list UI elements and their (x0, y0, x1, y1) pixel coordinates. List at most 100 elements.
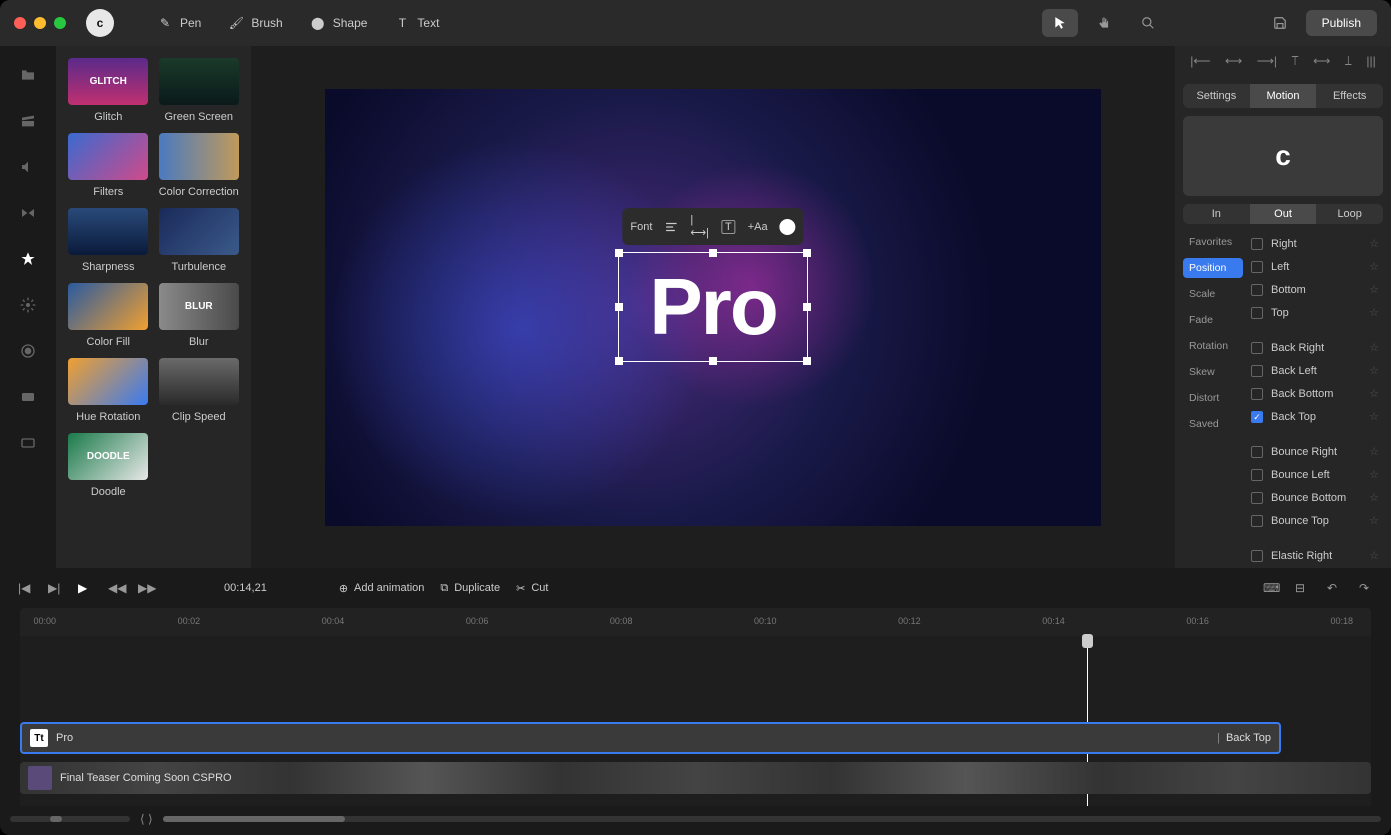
effect-blur[interactable]: BLURBlur (159, 283, 240, 348)
preset-bounce-top[interactable]: Bounce Top☆ (1247, 509, 1383, 532)
forward-button[interactable]: ▶▶ (138, 581, 152, 595)
favorite-star-icon[interactable]: ☆ (1369, 549, 1379, 562)
align-right-button[interactable]: ⟶| (1257, 54, 1277, 68)
resize-handle-b[interactable] (709, 357, 717, 365)
preset-checkbox[interactable] (1251, 342, 1263, 354)
favorite-star-icon[interactable]: ☆ (1369, 260, 1379, 273)
tab-motion[interactable]: Motion (1250, 84, 1317, 108)
preset-checkbox[interactable] (1251, 515, 1263, 527)
text-style-button[interactable]: T (721, 220, 736, 234)
undo-button[interactable]: ↶ (1327, 581, 1341, 595)
favorite-star-icon[interactable]: ☆ (1369, 306, 1379, 319)
favorite-star-icon[interactable]: ☆ (1369, 514, 1379, 527)
video-clip[interactable]: Final Teaser Coming Soon CSPRO (20, 762, 1371, 794)
text-size-button[interactable]: +Aa (748, 221, 768, 233)
preset-checkbox[interactable] (1251, 446, 1263, 458)
cursor-mode-button[interactable] (1042, 9, 1078, 37)
rail-transitions[interactable] (19, 204, 37, 222)
save-button[interactable] (1262, 9, 1298, 37)
search-button[interactable] (1130, 9, 1166, 37)
favorite-star-icon[interactable]: ☆ (1369, 283, 1379, 296)
resize-handle-tr[interactable] (803, 249, 811, 257)
keyboard-button[interactable]: ⌨ (1263, 581, 1277, 595)
effect-filters[interactable]: Filters (68, 133, 149, 198)
rail-folder[interactable] (19, 66, 37, 84)
category-scale[interactable]: Scale (1183, 284, 1243, 304)
zoom-toggle-button[interactable]: ⟨ ⟩ (140, 812, 153, 826)
text-tool[interactable]: TText (381, 10, 453, 36)
effect-turbulence[interactable]: Turbulence (159, 208, 240, 273)
minimize-window-button[interactable] (34, 17, 46, 29)
rail-captions[interactable] (19, 434, 37, 452)
snap-button[interactable]: ⊟ (1295, 581, 1309, 595)
skip-end-button[interactable]: ▶| (48, 581, 62, 595)
favorite-star-icon[interactable]: ☆ (1369, 445, 1379, 458)
favorite-star-icon[interactable]: ☆ (1369, 364, 1379, 377)
effect-glitch[interactable]: GLITCHGlitch (68, 58, 149, 123)
resize-handle-bl[interactable] (615, 357, 623, 365)
tab-in[interactable]: In (1183, 204, 1250, 224)
preset-left[interactable]: Left☆ (1247, 255, 1383, 278)
close-window-button[interactable] (14, 17, 26, 29)
rail-effects[interactable] (19, 250, 37, 268)
category-distort[interactable]: Distort (1183, 388, 1243, 408)
preset-checkbox[interactable] (1251, 238, 1263, 250)
preset-bounce-bottom[interactable]: Bounce Bottom☆ (1247, 486, 1383, 509)
effect-doodle[interactable]: DOODLEDoodle (68, 433, 149, 498)
favorite-star-icon[interactable]: ☆ (1369, 341, 1379, 354)
redo-button[interactable]: ↷ (1359, 581, 1373, 595)
preset-checkbox[interactable] (1251, 469, 1263, 481)
font-dropdown[interactable]: Font (630, 221, 652, 233)
preset-top[interactable]: Top☆ (1247, 301, 1383, 324)
maximize-window-button[interactable] (54, 17, 66, 29)
tab-settings[interactable]: Settings (1183, 84, 1250, 108)
timeline-ruler[interactable]: 00:0000:0200:0400:0600:0800:1000:1200:14… (20, 608, 1371, 636)
favorite-star-icon[interactable]: ☆ (1369, 237, 1379, 250)
align-top-button[interactable]: ⟙ (1292, 54, 1299, 69)
tab-loop[interactable]: Loop (1316, 204, 1383, 224)
rail-audio[interactable] (19, 158, 37, 176)
tab-out[interactable]: Out (1250, 204, 1317, 224)
zoom-slider[interactable] (10, 816, 130, 822)
preset-back-left[interactable]: Back Left☆ (1247, 359, 1383, 382)
text-color-button[interactable] (780, 219, 796, 235)
preset-bounce-right[interactable]: Bounce Right☆ (1247, 440, 1383, 463)
preset-checkbox[interactable] (1251, 284, 1263, 296)
brush-tool[interactable]: 🖌Brush (215, 10, 296, 36)
cut-button[interactable]: ✂Cut (516, 582, 548, 595)
category-favorites[interactable]: Favorites (1183, 232, 1243, 252)
resize-handle-t[interactable] (709, 249, 717, 257)
effect-sharpness[interactable]: Sharpness (68, 208, 149, 273)
resize-handle-br[interactable] (803, 357, 811, 365)
play-button[interactable]: ▶ (78, 581, 92, 595)
category-saved[interactable]: Saved (1183, 414, 1243, 434)
rail-record[interactable] (19, 342, 37, 360)
tab-effects[interactable]: Effects (1316, 84, 1383, 108)
canvas-text-content[interactable]: Pro (649, 261, 776, 353)
rail-settings[interactable] (19, 296, 37, 314)
category-fade[interactable]: Fade (1183, 310, 1243, 330)
effect-color-correction[interactable]: Color Correction (159, 133, 240, 198)
distribute-h-button[interactable]: ||| (1366, 54, 1375, 68)
rail-clapper[interactable] (19, 112, 37, 130)
align-bottom-button[interactable]: ⟘ (1345, 54, 1352, 69)
preset-back-top[interactable]: ✓Back Top☆ (1247, 405, 1383, 428)
preset-right[interactable]: Right☆ (1247, 232, 1383, 255)
favorite-star-icon[interactable]: ☆ (1369, 491, 1379, 504)
favorite-star-icon[interactable]: ☆ (1369, 410, 1379, 423)
align-center-h-button[interactable]: ⟷ (1225, 54, 1242, 68)
preset-checkbox[interactable] (1251, 388, 1263, 400)
preset-bottom[interactable]: Bottom☆ (1247, 278, 1383, 301)
shape-tool[interactable]: ⬤Shape (297, 10, 382, 36)
preset-back-bottom[interactable]: Back Bottom☆ (1247, 382, 1383, 405)
effect-clip-speed[interactable]: Clip Speed (159, 358, 240, 423)
preset-checkbox[interactable] (1251, 365, 1263, 377)
effect-green-screen[interactable]: Green Screen (159, 58, 240, 123)
effect-hue-rotation[interactable]: Hue Rotation (68, 358, 149, 423)
text-spacing-button[interactable]: |⟷| (690, 214, 709, 239)
duplicate-button[interactable]: ⧉Duplicate (440, 582, 500, 595)
favorite-star-icon[interactable]: ☆ (1369, 468, 1379, 481)
rewind-button[interactable]: ◀◀ (108, 581, 122, 595)
skip-start-button[interactable]: |◀ (18, 581, 32, 595)
align-center-v-button[interactable]: ⟷ (1313, 54, 1330, 68)
